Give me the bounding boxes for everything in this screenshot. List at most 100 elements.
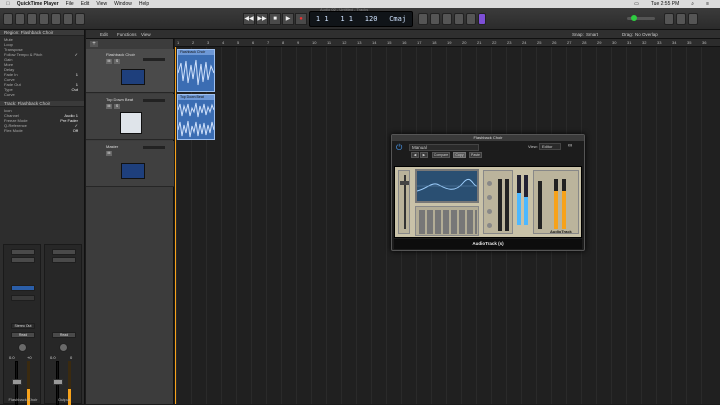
setting-slot[interactable] — [11, 249, 35, 255]
output-fader-track[interactable] — [538, 181, 542, 229]
metronome-button[interactable] — [466, 13, 476, 25]
clock[interactable]: Tue 2:55 PM — [651, 0, 679, 8]
functions-menu[interactable]: Functions — [117, 30, 137, 39]
apple-icon[interactable]:  — [6, 0, 10, 8]
knob[interactable] — [487, 209, 492, 214]
audio-region[interactable]: Top Down Beat — [177, 94, 215, 140]
forward-button[interactable]: ▶▶ — [256, 13, 268, 25]
setting-slot[interactable] — [52, 249, 76, 255]
menu-file[interactable]: File — [66, 0, 74, 8]
output-slot[interactable]: Stereo Out — [11, 323, 35, 329]
plugin-title[interactable]: Flashback Choir — [392, 135, 584, 141]
prev-preset-button[interactable]: ◀ — [411, 152, 419, 158]
paste-button[interactable]: Paste — [469, 152, 482, 158]
battery-icon[interactable]: ▭ — [634, 0, 639, 8]
notepad-button[interactable] — [664, 13, 674, 25]
eq-slot[interactable] — [11, 257, 35, 263]
list-icon[interactable]: ≡ — [706, 0, 709, 8]
output-meter — [562, 179, 566, 229]
knob[interactable] — [487, 195, 492, 200]
track-header[interactable]: Top Down Beat M S — [86, 94, 174, 140]
bar-ruler[interactable]: 1 2 3 4 5 6 7 8 9 10 11 12 13 14 15 16 17 18 19 20 21 22 23 24 2… — [175, 39, 720, 47]
inspector-button[interactable] — [15, 13, 25, 25]
compare-button[interactable]: Compare — [432, 152, 450, 158]
solo-button[interactable]: S — [114, 59, 120, 64]
editors-button[interactable] — [75, 13, 85, 25]
menu-view[interactable]: View — [96, 0, 107, 8]
menu-window[interactable]: Window — [114, 0, 132, 8]
track-volume-slider[interactable] — [143, 146, 165, 149]
fader-track[interactable] — [498, 179, 502, 231]
solo-button[interactable]: S — [114, 104, 120, 109]
input-slot[interactable] — [11, 285, 35, 291]
automation-mode[interactable]: Read — [52, 332, 76, 338]
link-icon[interactable]: ∞ — [568, 143, 572, 149]
grid-line — [626, 47, 627, 404]
snap-menu[interactable]: Smart — [586, 30, 598, 39]
view-menu[interactable]: Editor — [539, 143, 561, 150]
fader-cap[interactable] — [12, 379, 22, 385]
mute-button[interactable]: M — [106, 151, 112, 156]
audio-fx-slot[interactable] — [11, 295, 35, 301]
loop-browser-button[interactable] — [676, 13, 686, 25]
play-button[interactable]: ▶ — [282, 13, 294, 25]
search-icon[interactable]: ⌕ — [691, 0, 694, 8]
region-value[interactable]: ✓ — [75, 52, 78, 57]
preset-menu[interactable]: Manual — [409, 144, 479, 151]
toolbar-button[interactable] — [39, 13, 49, 25]
count-in-button[interactable] — [454, 13, 464, 25]
eq-slot[interactable] — [52, 257, 76, 263]
lcd-display[interactable]: 1 1 1 1 120 Cmaj — [309, 11, 413, 27]
solo-button[interactable] — [442, 13, 452, 25]
mixer-button[interactable] — [63, 13, 73, 25]
region-value[interactable]: 1 — [76, 72, 78, 77]
fader-cap[interactable] — [53, 379, 63, 385]
automation-mode[interactable]: Read — [11, 332, 35, 338]
stop-button[interactable]: ■ — [269, 13, 281, 25]
menu-help[interactable]: Help — [139, 0, 149, 8]
track-volume-slider[interactable] — [143, 99, 165, 102]
track-name[interactable]: Master — [106, 144, 118, 149]
library-button[interactable] — [3, 13, 13, 25]
input-fader[interactable] — [400, 181, 409, 185]
pan-knob[interactable] — [18, 343, 27, 352]
knob[interactable] — [487, 223, 492, 228]
pan-knob[interactable] — [59, 343, 68, 352]
next-preset-button[interactable]: ▶ — [420, 152, 428, 158]
view-menu[interactable]: View — [141, 30, 151, 39]
browser-button[interactable] — [688, 13, 698, 25]
purple-button[interactable] — [478, 13, 486, 25]
volume-thumb[interactable] — [631, 15, 637, 21]
eq-display[interactable] — [415, 169, 479, 203]
grid-line — [326, 47, 327, 404]
track-header[interactable]: Master M — [86, 141, 174, 187]
track-name[interactable]: Flashback Choir — [106, 52, 135, 57]
track-header[interactable]: Flashback Choir M S — [86, 49, 174, 93]
track-volume-slider[interactable] — [143, 58, 165, 61]
band-buttons[interactable] — [419, 210, 477, 234]
knob[interactable] — [487, 181, 492, 186]
mute-button[interactable]: M — [106, 59, 112, 64]
cycle-button[interactable] — [418, 13, 428, 25]
tuner-button[interactable] — [430, 13, 440, 25]
add-track-button[interactable]: + — [90, 41, 98, 47]
menu-app[interactable]: QuickTime Player — [17, 0, 59, 8]
record-button[interactable]: ● — [295, 13, 307, 25]
track-name[interactable]: Top Down Beat — [106, 97, 133, 102]
playhead[interactable] — [175, 47, 176, 404]
track-value[interactable]: Off — [73, 128, 78, 133]
menu-edit[interactable]: Edit — [81, 0, 90, 8]
audio-region[interactable]: Flashback Choir — [177, 49, 215, 92]
fader-track[interactable] — [505, 179, 509, 231]
region-value[interactable]: Out — [72, 87, 78, 92]
rewind-button[interactable]: ◀◀ — [243, 13, 255, 25]
region-row[interactable]: Curve — [0, 92, 84, 97]
quick-help-button[interactable] — [27, 13, 37, 25]
edit-menu[interactable]: Edit — [100, 30, 108, 39]
track-row[interactable]: Flex Mode Off — [0, 128, 84, 133]
plugin-window[interactable]: Flashback Choir ⏻ Manual View: Editor ∞ … — [391, 134, 585, 251]
smart-controls-button[interactable] — [51, 13, 61, 25]
mute-button[interactable]: M — [106, 104, 112, 109]
drag-menu[interactable]: No Overlap — [635, 30, 658, 39]
copy-button[interactable]: Copy — [453, 152, 466, 158]
